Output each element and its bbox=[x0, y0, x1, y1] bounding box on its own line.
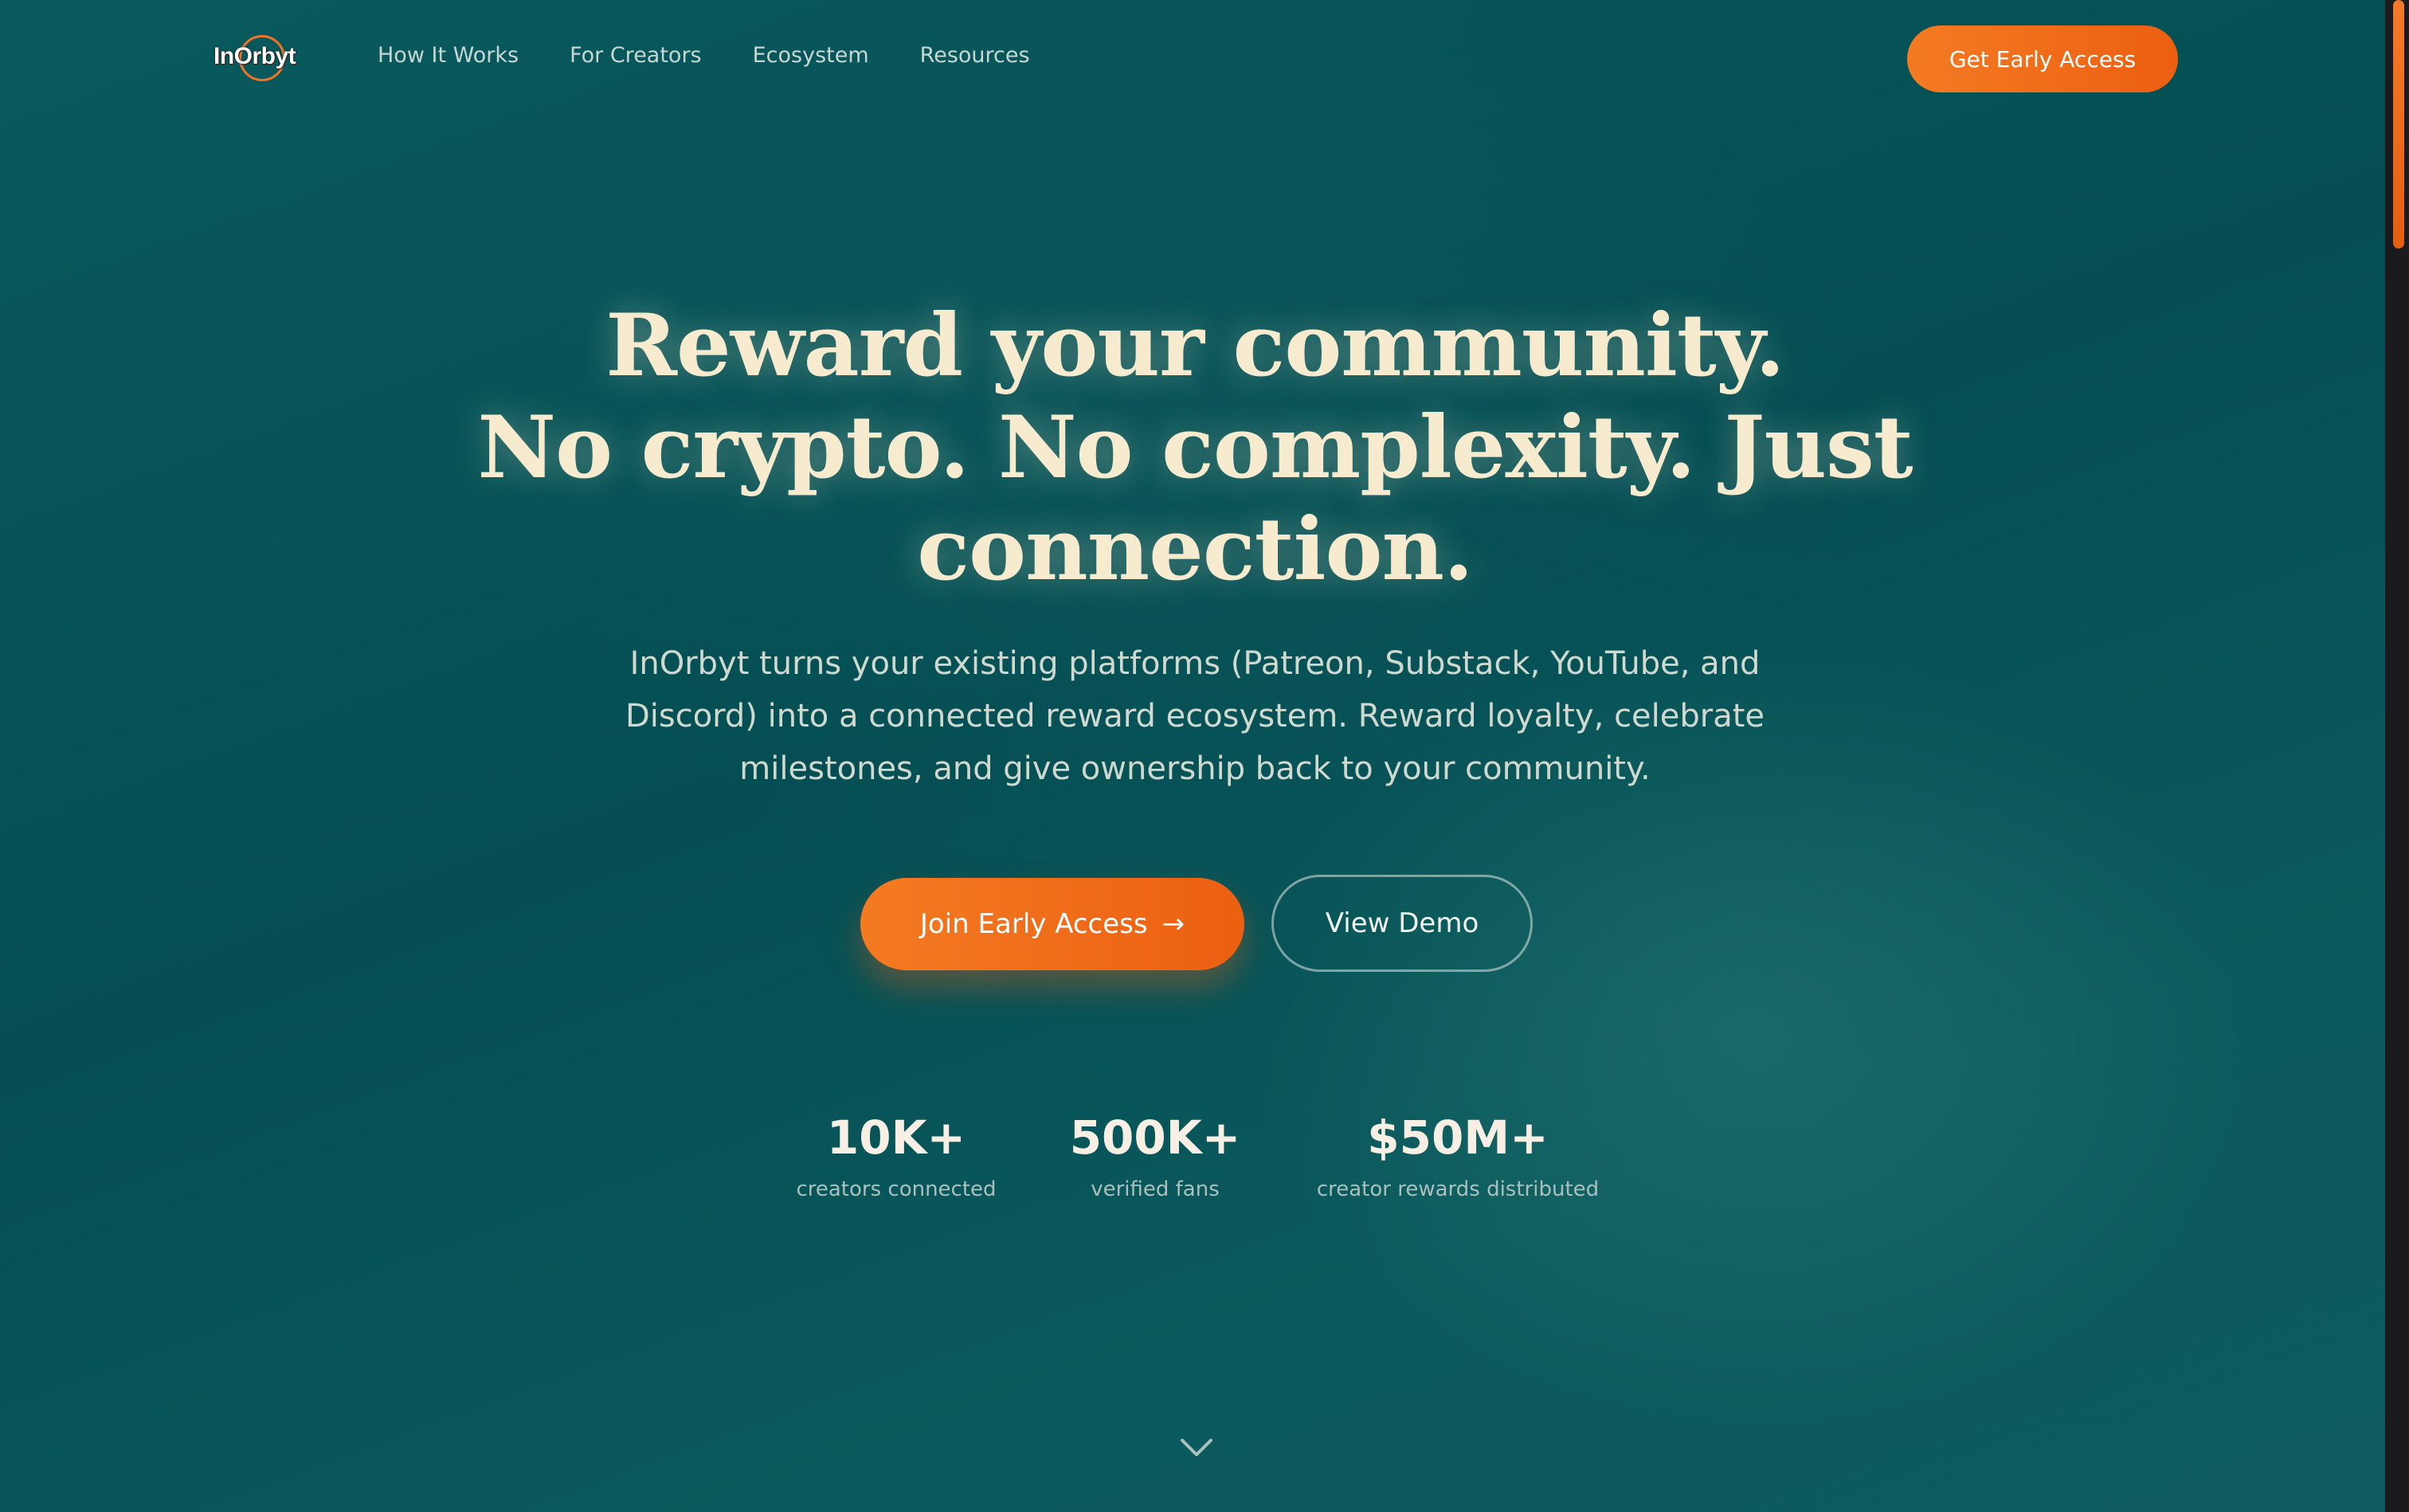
hero-title-line: No crypto. No complexity. Just bbox=[477, 398, 1913, 498]
hero-title: Reward your community. No crypto. No com… bbox=[398, 295, 1992, 601]
stat-label: creator rewards distributed bbox=[1316, 1177, 1600, 1201]
stat-creators: 10K+ creators connected bbox=[789, 1107, 1004, 1201]
stat-label: creators connected bbox=[796, 1177, 997, 1201]
hero-subtitle-line: milestones, and give ownership back to y… bbox=[739, 750, 1651, 787]
top-navigation: InOrbyt How It Works For Creators Ecosys… bbox=[0, 0, 2385, 119]
stat-value: 10K+ bbox=[826, 1110, 966, 1165]
page-scrollbar[interactable] bbox=[2385, 0, 2409, 1512]
join-early-access-label: Join Early Access bbox=[919, 908, 1148, 940]
get-early-access-button[interactable]: Get Early Access bbox=[1907, 25, 2178, 92]
stat-fans: 500K+ verified fans bbox=[1060, 1107, 1251, 1201]
chevron-down-icon[interactable] bbox=[1179, 1436, 1214, 1459]
nav-link-ecosystem[interactable]: Ecosystem bbox=[753, 43, 869, 68]
stat-label: verified fans bbox=[1091, 1177, 1220, 1201]
view-demo-button[interactable]: View Demo bbox=[1271, 875, 1533, 972]
nav-link-how-it-works[interactable]: How It Works bbox=[378, 43, 519, 68]
nav-link-resources[interactable]: Resources bbox=[920, 43, 1030, 68]
inorbyt-logo[interactable]: InOrbyt bbox=[213, 33, 303, 86]
nav-link-for-creators[interactable]: For Creators bbox=[570, 43, 702, 68]
nav-links: How It Works For Creators Ecosystem Reso… bbox=[378, 43, 1030, 68]
join-early-access-button[interactable]: Join Early Access → bbox=[860, 878, 1244, 970]
hero-title-line: connection. bbox=[917, 499, 1473, 600]
logo-wordmark: InOrbyt bbox=[213, 43, 296, 69]
hero-title-line: Reward your community. bbox=[605, 296, 1785, 396]
landing-page: InOrbyt How It Works For Creators Ecosys… bbox=[0, 0, 2385, 1512]
scrollbar-thumb[interactable] bbox=[2393, 0, 2404, 249]
arrow-right-icon: → bbox=[1161, 908, 1185, 940]
hero-subtitle-line: Discord) into a connected reward ecosyst… bbox=[625, 698, 1765, 734]
stat-value: 500K+ bbox=[1069, 1110, 1241, 1165]
hero-subtitle: InOrbyt turns your existing platforms (P… bbox=[590, 637, 1800, 795]
stat-value: $50M+ bbox=[1367, 1110, 1549, 1165]
stat-rewards: $50M+ creator rewards distributed bbox=[1306, 1107, 1609, 1201]
hero-subtitle-line: InOrbyt turns your existing platforms (P… bbox=[629, 645, 1761, 682]
